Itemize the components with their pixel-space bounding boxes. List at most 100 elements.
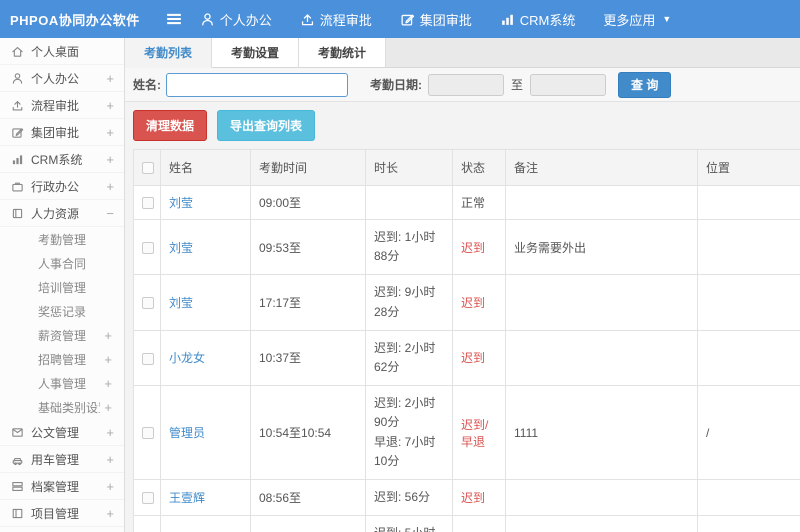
name-label: 姓名: xyxy=(133,78,161,92)
sidebar-item-1[interactable]: 个人桌面 xyxy=(0,38,124,65)
tab-2[interactable]: 考勤设置 xyxy=(212,38,300,67)
sidebar-subitem-4[interactable]: 奖惩记录 xyxy=(0,299,124,323)
expand-sign: + xyxy=(106,478,114,494)
cell-location xyxy=(697,218,800,276)
cell-note: 业务需要外出 xyxy=(505,218,698,276)
expand-sign: + xyxy=(106,451,114,467)
row-checkbox-cell xyxy=(133,515,161,532)
cell-name[interactable]: 管理员 xyxy=(160,385,251,480)
tab-1[interactable]: 考勤列表 xyxy=(125,38,213,68)
topnav-item-1[interactable]: 个人办公 xyxy=(200,10,272,29)
export-list-button[interactable]: 导出查询列表 xyxy=(217,110,316,141)
sidebar-subitem-7[interactable]: 人事管理 + xyxy=(0,371,124,395)
cell-name[interactable]: 黄蓉 xyxy=(160,515,251,532)
expand-sign: + xyxy=(106,178,114,194)
cell-time: 13:20至13:20 xyxy=(250,515,366,532)
topnav-item-5[interactable]: 更多应用 ▼ xyxy=(603,10,671,29)
sidebar-item-label: 个人办公 xyxy=(31,71,80,86)
sidebar-subitem-6[interactable]: 招聘管理 + xyxy=(0,347,124,371)
row-checkbox[interactable] xyxy=(142,492,154,505)
row-checkbox[interactable] xyxy=(142,197,154,210)
archive-icon xyxy=(11,480,24,493)
date-to-label: 至 xyxy=(511,78,524,92)
row-checkbox[interactable] xyxy=(142,297,154,310)
cell-status: 迟到 xyxy=(452,274,506,331)
cell-duration: 迟到: 2小时90分 早退: 7小时10分 xyxy=(365,385,453,480)
clean-data-button[interactable]: 清理数据 xyxy=(133,110,208,141)
date-to-input[interactable] xyxy=(530,73,607,96)
select-all-checkbox[interactable] xyxy=(142,162,154,175)
topnav-item-3[interactable]: 集团审批 xyxy=(400,10,472,29)
row-checkbox[interactable] xyxy=(142,242,154,255)
cell-time: 10:37至 xyxy=(250,329,366,387)
sidebar-subitem-2[interactable]: 人事合同 xyxy=(0,251,124,275)
cell-note xyxy=(505,274,698,331)
table-actions: 清理数据 导出查询列表 xyxy=(125,102,800,149)
row-checkbox-cell xyxy=(133,274,161,331)
sidebar-subitem-1[interactable]: 考勤管理 xyxy=(0,227,124,251)
sidebar-item-4[interactable]: 集团审批 + xyxy=(0,119,124,146)
cell-duration: 迟到: 5小时33分早退: 4小时67分 xyxy=(365,515,453,532)
cell-duration xyxy=(365,185,453,220)
sidebar-item-3[interactable]: 流程审批 + xyxy=(0,92,124,119)
sidebar-item-label: CRM系统 xyxy=(31,152,83,167)
tab-bar: 考勤列表 考勤设置 考勤统计 xyxy=(125,38,800,68)
sidebar-item-6[interactable]: 行政办公 + xyxy=(0,173,124,200)
col-header-time: 考勤时间 xyxy=(250,149,366,186)
sidebar-subitem-3[interactable]: 培训管理 xyxy=(0,275,124,299)
sidebar-item-2[interactable]: 个人办公 + xyxy=(0,65,124,92)
duration-line: 迟到: 2小时90分 xyxy=(374,396,436,430)
car-icon xyxy=(11,453,24,466)
col-header-duration: 时长 xyxy=(365,149,453,186)
sidebar-subitem-label: 考勤管理 xyxy=(38,232,87,247)
filter-form: 姓名: 考勤日期: 至 查 询 xyxy=(125,68,800,102)
menu-toggle-button[interactable] xyxy=(166,11,182,27)
sidebar-item-8[interactable]: 公文管理 + xyxy=(0,419,124,446)
cell-name[interactable]: 王壹辉 xyxy=(160,478,251,517)
date-from-input[interactable] xyxy=(428,73,504,96)
tab-3[interactable]: 考勤统计 xyxy=(299,38,387,67)
cell-name[interactable]: 小龙女 xyxy=(160,329,251,387)
sidebar-item-10[interactable]: 档案管理 + xyxy=(0,473,124,500)
cell-duration: 迟到: 9小时28分 xyxy=(365,274,453,331)
cell-name[interactable]: 刘莹 xyxy=(160,274,251,331)
cell-location xyxy=(697,329,800,387)
briefcase-icon xyxy=(11,180,24,193)
sidebar-item-11[interactable]: 项目管理 + xyxy=(0,500,124,527)
cell-name[interactable]: 刘莹 xyxy=(160,218,251,276)
cell-time: 17:17至 xyxy=(250,274,366,331)
sidebar-item-label: 行政办公 xyxy=(31,179,80,194)
name-input[interactable] xyxy=(166,72,348,97)
row-checkbox[interactable] xyxy=(142,427,154,440)
sidebar-subitem-label: 培训管理 xyxy=(38,280,87,295)
col-header-name: 姓名 xyxy=(160,149,251,186)
cell-location: / xyxy=(697,385,800,480)
sidebar-item-label: 公文管理 xyxy=(31,425,80,440)
sidebar-item-5[interactable]: CRM系统 + xyxy=(0,146,124,173)
doc-icon xyxy=(11,426,24,439)
sidebar-item-7[interactable]: 人力资源 − xyxy=(0,200,124,227)
sidebar-subitem-label: 人事合同 xyxy=(38,256,87,271)
topnav-item-label: 更多应用 xyxy=(603,12,656,28)
expand-sign: + xyxy=(106,124,114,140)
table-row: 小龙女 10:37至 迟到: 2小时62分 迟到 xyxy=(133,329,800,387)
topnav-item-label: CRM系统 xyxy=(519,12,576,28)
cell-status: 迟到/早退 xyxy=(452,515,506,532)
cell-status: 迟到 xyxy=(452,329,506,387)
col-header-note: 备注 xyxy=(505,149,698,186)
table-row: 管理员 10:54至10:54 迟到: 2小时90分 早退: 7小时10分 迟到/早退 1… xyxy=(133,385,800,480)
table-row: 刘莹 09:53至 迟到: 1小时88分 迟到 业务需要外出 xyxy=(133,218,800,276)
sidebar-item-label: 人力资源 xyxy=(31,206,80,221)
cell-note xyxy=(505,185,698,220)
cell-location xyxy=(697,274,800,331)
sidebar-subitem-5[interactable]: 薪资管理 + xyxy=(0,323,124,347)
sidebar-item-label: 集团审批 xyxy=(31,125,80,140)
search-button[interactable]: 查 询 xyxy=(618,71,672,98)
sidebar-item-label: 个人桌面 xyxy=(31,44,80,59)
cell-name[interactable]: 刘莹 xyxy=(160,185,251,220)
row-checkbox[interactable] xyxy=(142,352,154,365)
topnav-item-4[interactable]: CRM系统 xyxy=(500,10,576,29)
topnav-item-2[interactable]: 流程审批 xyxy=(300,10,372,29)
sidebar-subitem-8[interactable]: 基础类别设置 + xyxy=(0,395,124,419)
sidebar-item-9[interactable]: 用车管理 + xyxy=(0,446,124,473)
